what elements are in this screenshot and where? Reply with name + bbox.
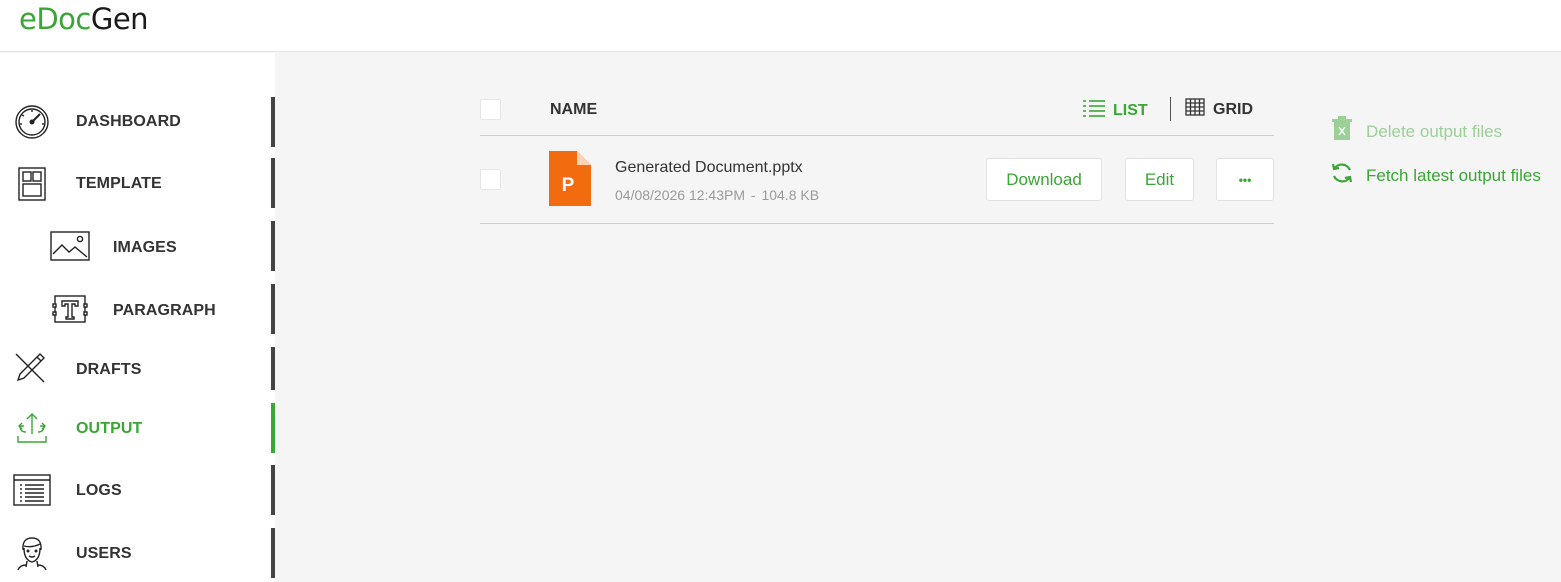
list-icon [1082,98,1106,123]
app-logo[interactable]: eDocGen [19,0,149,38]
sidebar-item-template[interactable]: TEMPLATE [0,158,275,208]
pptx-file-icon: P [549,151,591,206]
text-box-icon [51,290,89,328]
sidebar-item-output[interactable]: OUTPUT [0,403,275,453]
image-icon [50,227,90,265]
file-size: 104.8 KB [761,187,820,203]
sidebar-item-label: USERS [76,545,132,562]
sidebar-item-dashboard[interactable]: DASHBOARD [0,97,275,147]
sidebar-item-label: OUTPUT [76,420,143,437]
sidebar-item-label: IMAGES [113,239,177,256]
sidebar-item-drafts[interactable]: DRAFTS [0,347,275,390]
sidebar-item-label: LOGS [76,482,122,499]
user-icon [13,534,51,572]
sidebar-item-label: DRAFTS [76,361,142,378]
fetch-latest-output-files-button[interactable]: Fetch latest output files [1330,161,1541,190]
file-row[interactable]: P Generated Document.pptx 04/08/2026 12:… [480,137,1274,224]
pencil-icon [11,349,49,387]
sidebar-item-label: DASHBOARD [76,113,181,130]
file-checkbox[interactable] [480,169,501,190]
view-separator [1170,97,1171,121]
trash-icon [1330,116,1354,147]
edit-button[interactable]: Edit [1125,158,1194,201]
log-list-icon [12,471,52,509]
more-options-button[interactable]: ••• [1216,158,1274,201]
view-grid-label: GRID [1213,100,1253,118]
file-meta: 04/08/2026 12:43PM - 104.8 KB [615,187,819,203]
list-header: NAME LIST GRID [480,93,1274,136]
speedometer-icon [13,103,51,141]
sidebar-item-paragraph[interactable]: PARAGRAPH [0,284,275,334]
logo-part-gen: Gen [90,2,149,36]
file-name[interactable]: Generated Document.pptx [615,159,803,177]
top-bar: eDocGen [0,0,1561,52]
delete-output-files-label: Delete output files [1366,121,1503,141]
view-list-button[interactable]: LIST [1082,98,1148,123]
sidebar-item-label: PARAGRAPH [113,302,216,319]
delete-output-files-button[interactable]: Delete output files [1330,116,1502,147]
template-icon [13,165,51,203]
sidebar: DASHBOARD TEMPLATE IMAGES PARAGRAPH DRAF… [0,53,275,582]
grid-icon [1185,98,1205,121]
sidebar-item-users[interactable]: USERS [0,528,275,578]
refresh-icon [1330,161,1354,190]
file-meta-separator: - [750,187,756,203]
logo-part-edoc: eDoc [19,2,91,36]
sidebar-item-images[interactable]: IMAGES [0,221,275,271]
download-button[interactable]: Download [986,158,1102,201]
upload-share-icon [13,409,51,447]
sidebar-item-logs[interactable]: LOGS [0,465,275,515]
view-list-label: LIST [1113,101,1148,119]
file-date: 04/08/2026 12:43PM [615,187,745,203]
select-all-checkbox[interactable] [480,99,501,120]
column-header-name: NAME [550,101,598,118]
view-grid-button[interactable]: GRID [1185,98,1253,121]
fetch-latest-output-files-label: Fetch latest output files [1366,165,1541,185]
main-content: NAME LIST GRID P Generated Document.pptx… [275,53,1561,582]
file-type-letter: P [562,175,575,196]
sidebar-item-label: TEMPLATE [76,175,162,192]
